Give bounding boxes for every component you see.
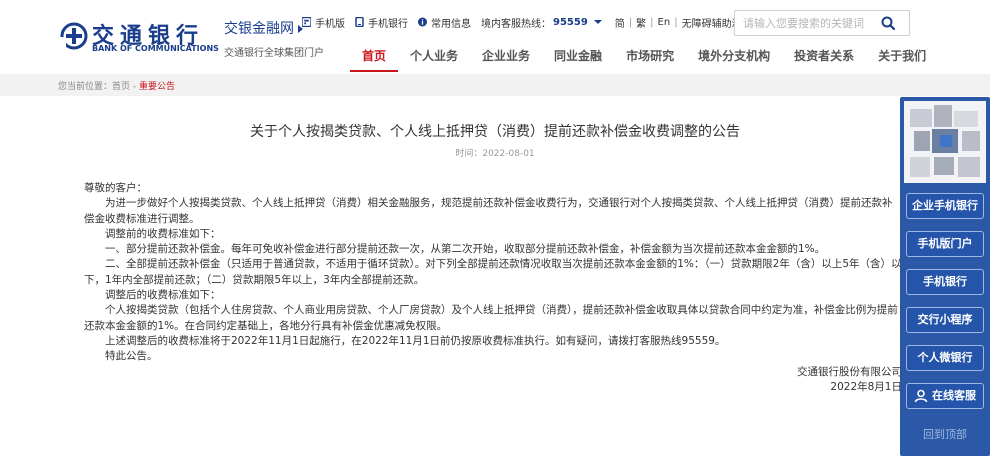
mobile-version-link[interactable]: 手机版 (302, 15, 345, 30)
user-icon (914, 389, 928, 403)
mobile-portal-button[interactable]: 手机版门户 (906, 231, 984, 257)
paragraph: 调整后的收费标准如下： (105, 289, 221, 302)
nav-about[interactable]: 关于我们 (866, 46, 938, 72)
qr-code-image (904, 101, 986, 183)
floating-sidebar: 企业手机银行 手机版门户 手机银行 交行小程序 个人微银行 在线客服 回到顶部 (900, 97, 990, 456)
signature-org: 交通银行股份有限公司 (797, 365, 902, 378)
breadcrumb-current[interactable]: 重要公告 (139, 82, 175, 92)
online-service-button[interactable]: 在线客服 (906, 383, 984, 409)
back-to-top-button[interactable]: 回到顶部 (906, 424, 984, 446)
article-time: 时间：2022-08-01 (455, 149, 535, 159)
corporate-mobile-bank-button[interactable]: 企业手机银行 (906, 193, 984, 219)
article-body: 尊敬的客户： 为进一步做好个人按揭类贷款、个人线上抵押贷（消费）相关金融服务，规… (84, 181, 902, 395)
lang-traditional[interactable]: 繁 (636, 15, 646, 30)
common-info-link[interactable]: 常用信息 (418, 15, 471, 30)
hotline[interactable]: 境内客服热线： 95559 (481, 15, 602, 30)
breadcrumb-bar: 您当前位置：首页 - 重要公告 (0, 74, 990, 96)
nav-corporate[interactable]: 企业业务 (470, 46, 542, 72)
search-icon[interactable] (881, 16, 895, 30)
top-links: 手机版 手机银行 常用信息 境内客服热线： 95559 简 | 繁 | En | 无障碍… (302, 14, 765, 30)
search-input[interactable] (743, 15, 873, 31)
info-icon (418, 17, 427, 27)
breadcrumb: 您当前位置：首页 - 重要公告 (58, 82, 175, 92)
bocom-logo-icon (60, 22, 88, 50)
nav-personal[interactable]: 个人业务 (398, 46, 470, 72)
paragraph: 上述调整后的收费标准将于2022年11月1日起施行，在2022年11月1日前仍按… (105, 334, 726, 347)
personal-wechat-bank-button[interactable]: 个人微银行 (906, 345, 984, 371)
brand-subtitle: 交通银行全球集团门户 (224, 48, 324, 59)
paragraph: 一、部分提前还款补偿金。每年可免收补偿金进行部分提前还款一次，从第二次开始，收取… (105, 243, 826, 256)
article-title: 关于个人按揭类贷款、个人线上抵押贷（消费）提前还款补偿金收费调整的公告 (250, 124, 740, 140)
paragraph: 特此公告。 (105, 350, 158, 363)
greeting: 尊敬的客户： (84, 182, 147, 194)
header: 交通银行 BANK OF COMMUNICATIONS 交银金融网 交通银行全球… (0, 0, 990, 72)
logo-en-text: BANK OF COMMUNICATIONS (92, 44, 219, 53)
phone-icon (355, 17, 364, 27)
paragraph: 个人按揭类贷款（包括个人住房贷款、个人商业用房贷款、个人厂房贷款）及个人线上抵押… (84, 304, 898, 332)
paragraph: 为进一步做好个人按揭类贷款、个人线上抵押贷（消费）相关金融服务，规范提前还款补偿… (84, 197, 893, 225)
paragraph: 二、全部提前还款补偿金（只适用于普通贷款，不适用于循环贷款）。对下列全部提前还款… (84, 258, 902, 286)
search-box (734, 10, 910, 36)
mobile-bank-link[interactable]: 手机银行 (355, 15, 408, 30)
grid-icon (302, 17, 311, 27)
lang-simplified[interactable]: 简 (615, 15, 625, 30)
caret-down-icon[interactable] (593, 20, 602, 24)
nav-research[interactable]: 市场研究 (614, 46, 686, 72)
main-nav: 首页 个人业务 企业业务 同业金融 市场研究 境外分支机构 投资者关系 关于我们 (350, 46, 938, 72)
bank-logo[interactable]: 交通银行 BANK OF COMMUNICATIONS (60, 16, 220, 56)
signature-date: 2022年8月1日 (830, 380, 902, 393)
mini-program-button[interactable]: 交行小程序 (906, 307, 984, 333)
nav-home[interactable]: 首页 (350, 46, 399, 72)
lang-english[interactable]: En (658, 17, 671, 28)
nav-interbank[interactable]: 同业金融 (542, 46, 614, 72)
mobile-bank-button[interactable]: 手机银行 (906, 269, 984, 295)
paragraph: 调整前的收费标准如下： (105, 227, 221, 240)
nav-investor[interactable]: 投资者关系 (782, 46, 866, 72)
nav-overseas[interactable]: 境外分支机构 (686, 46, 782, 72)
